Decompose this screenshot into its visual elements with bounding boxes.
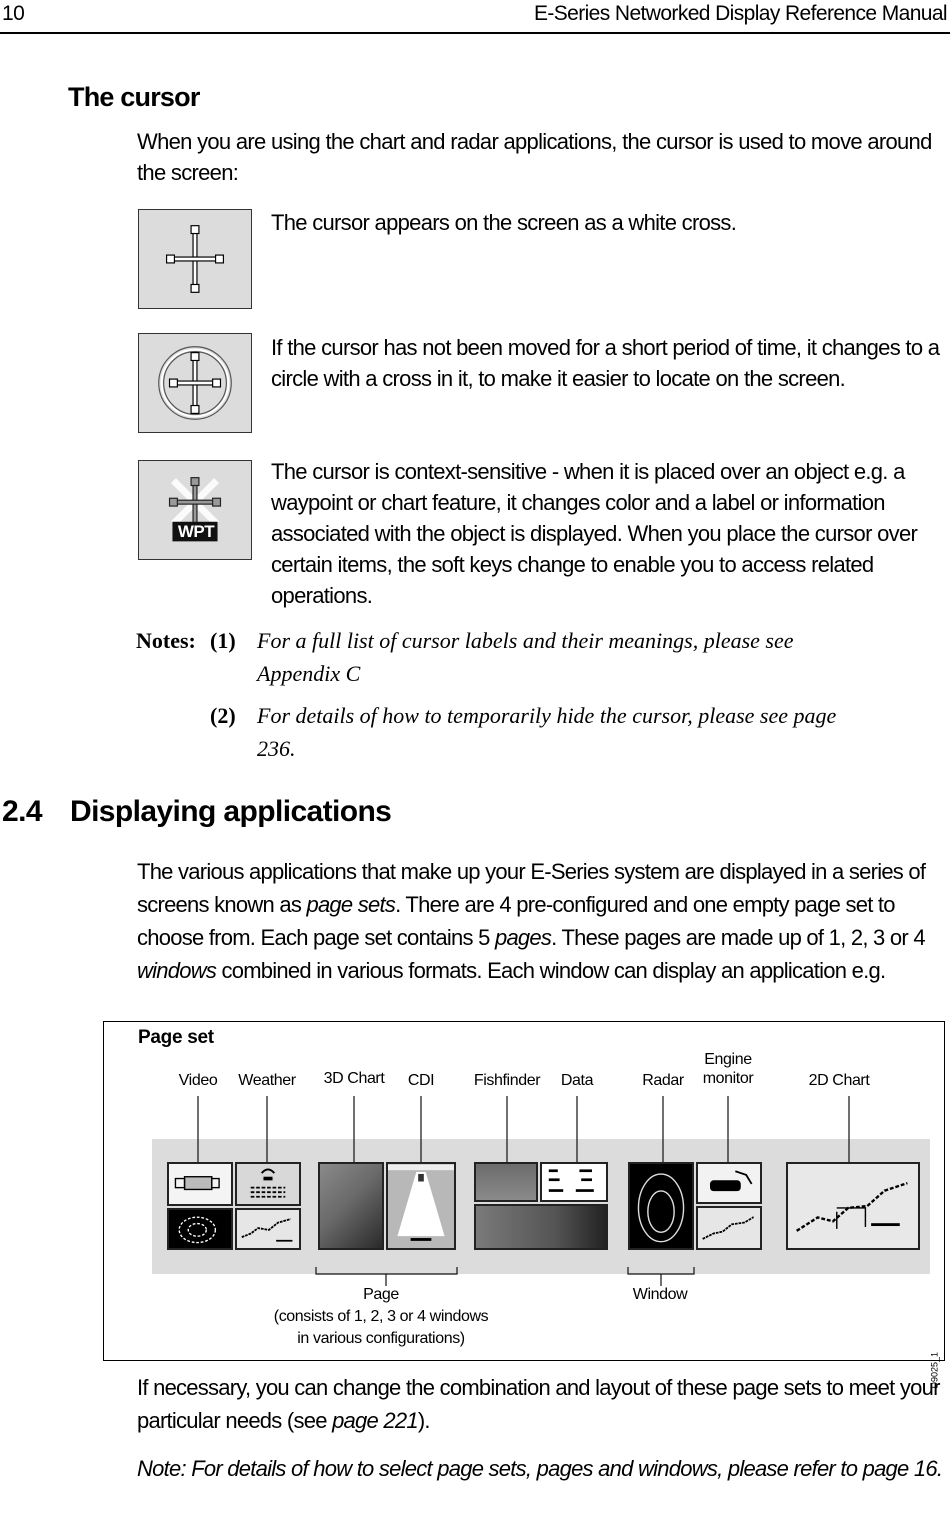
page-label: Page (363, 1286, 399, 1303)
section-heading-cursor: The cursor (68, 82, 200, 112)
section-heading-displaying-applications: 2.4 Displaying applications (2, 795, 392, 829)
header-divider (0, 32, 950, 34)
radar-window (628, 1162, 694, 1250)
text-run: . These pages are made up of 1, 2, 3 or … (551, 925, 925, 950)
term-pages: pages (494, 925, 552, 950)
note-1: Notes: (1) For a full list of cursor lab… (136, 624, 896, 690)
fishfinder-window (474, 1162, 538, 1202)
term-page-sets: page sets (306, 892, 396, 917)
cursor-item-3-text: The cursor is context-sensitive - when i… (271, 459, 918, 608)
cursor-intro: When you are using the chart and radar a… (137, 129, 932, 185)
section-title: Displaying applications (70, 795, 392, 828)
section-number: 2.4 (2, 795, 43, 828)
cursor-item-2-text: If the cursor has not been moved for a s… (271, 335, 940, 391)
radar-window (167, 1208, 233, 1250)
white-cross-cursor-icon (138, 209, 252, 309)
term-windows: windows (137, 958, 217, 983)
text-run: . (936, 1456, 943, 1481)
circle-cross-cursor-icon (138, 333, 252, 433)
page-caption-line-1: (consists of 1, 2, 3 or 4 windows (273, 1308, 489, 1325)
page-set-diagram: Page set Video Weather 3D Chart CDI Fish… (103, 1021, 945, 1389)
text-run: ). (417, 1408, 431, 1433)
page-number: 10 (2, 2, 25, 25)
running-title: E-Series Networked Display Reference Man… (533, 2, 948, 25)
page-selection-note: Note: For details of how to select page … (137, 1452, 949, 1485)
note-number: (1) (210, 628, 236, 653)
context-cursor-wpt-icon: WPT (138, 460, 252, 560)
video-window (167, 1162, 233, 1206)
notes-label: Notes: (136, 628, 196, 653)
page-thumbnail-2 (318, 1162, 456, 1250)
page-caption-line-2: in various configurations) (297, 1330, 465, 1347)
page-thumbnail-4 (628, 1162, 762, 1250)
2d-chart-window (786, 1162, 920, 1250)
weather-window (235, 1162, 301, 1206)
window-label: Window (632, 1286, 688, 1303)
layout-change-paragraph: If necessary, you can change the combina… (137, 1371, 949, 1437)
applications-intro-paragraph: The various applications that make up yo… (137, 855, 949, 987)
note-text: For details of how to temporarily hide t… (257, 703, 837, 761)
chart-window (235, 1208, 301, 1250)
chart-window (696, 1206, 762, 1250)
text-run: Note: For details of how to select page … (137, 1456, 863, 1481)
note-text: For a full list of cursor labels and the… (257, 628, 794, 686)
page-thumbnail-3 (474, 1162, 608, 1250)
page-thumbnail-1 (167, 1162, 301, 1250)
3d-chart-window (318, 1162, 384, 1250)
fishfinder-history-window (474, 1204, 608, 1250)
cursor-notes: Notes: (1) For a full list of cursor lab… (136, 624, 896, 765)
note-2: (2) For details of how to temporarily hi… (136, 699, 896, 765)
window-bracket (627, 1267, 695, 1286)
page-reference-link[interactable]: page 16 (863, 1456, 938, 1481)
cursor-item-1-text: The cursor appears on the screen as a wh… (271, 210, 737, 235)
data-window (540, 1162, 608, 1202)
cdi-window (386, 1162, 456, 1250)
note-number: (2) (210, 703, 236, 728)
page-reference-link[interactable]: page 221 (332, 1408, 419, 1433)
page-bracket (315, 1267, 458, 1286)
text-run: combined in various formats. Each window… (216, 958, 886, 983)
engine-monitor-window (696, 1162, 762, 1204)
wpt-label: WPT (177, 522, 215, 541)
text-run: If necessary, you can change the combina… (137, 1375, 940, 1433)
